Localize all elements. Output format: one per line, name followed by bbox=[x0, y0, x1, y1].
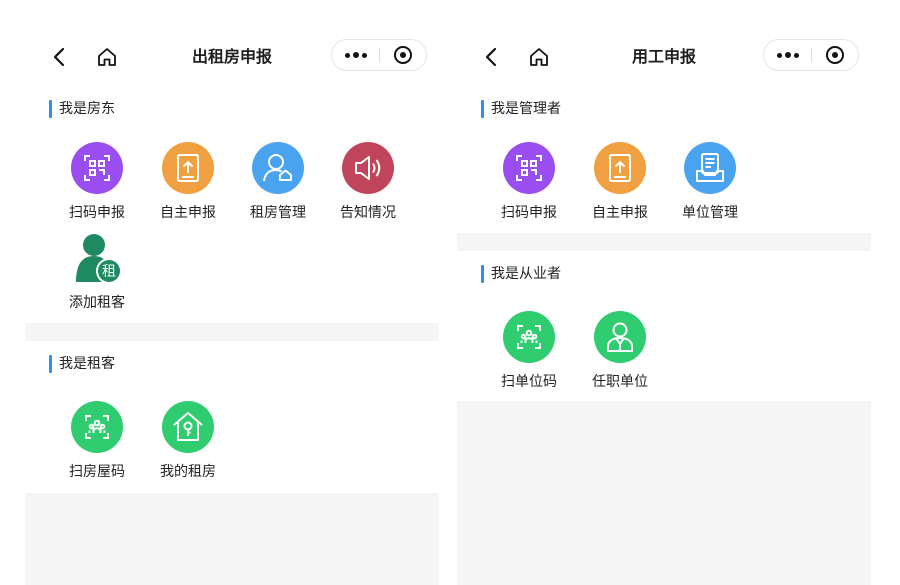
scan-people-icon bbox=[503, 311, 555, 363]
rental-management-button[interactable]: 租房管理 bbox=[233, 142, 323, 224]
item-label: 租房管理 bbox=[250, 205, 306, 221]
back-arrow-icon[interactable] bbox=[481, 46, 503, 68]
home-icon[interactable] bbox=[527, 45, 551, 69]
navigation-bar: 出租房申报 bbox=[25, 28, 439, 86]
speaker-icon bbox=[342, 142, 394, 194]
item-label: 扫房屋码 bbox=[69, 464, 125, 480]
add-tenant-icon: 租 bbox=[71, 232, 123, 284]
notification-button[interactable]: 告知情况 bbox=[323, 142, 413, 224]
document-tray-icon bbox=[684, 142, 736, 194]
manager-section: 我是管理者 扫码申报 自主申报 单位管理 bbox=[457, 86, 871, 233]
navigation-bar: 用工申报 bbox=[457, 28, 871, 86]
section-heading-tenant: 我是租客 bbox=[49, 341, 115, 387]
employee-icon bbox=[594, 311, 646, 363]
employment-declaration-screen: 用工申报 我是管理者 扫码申报 自主申报 单位管理 我是从业者 扫单位码 任职单… bbox=[457, 28, 871, 585]
miniprogram-capsule bbox=[331, 39, 427, 71]
scan-house-code-button[interactable]: 扫房屋码 bbox=[52, 401, 142, 483]
scan-declare-button[interactable]: 扫码申报 bbox=[484, 142, 574, 224]
item-label: 扫码申报 bbox=[69, 205, 125, 221]
employer-unit-button[interactable]: 任职单位 bbox=[575, 311, 665, 393]
house-key-icon bbox=[162, 401, 214, 453]
item-label: 任职单位 bbox=[592, 374, 648, 390]
back-arrow-icon[interactable] bbox=[49, 46, 71, 68]
add-tenant-button[interactable]: 租 添加租客 bbox=[52, 232, 142, 314]
item-label: 自主申报 bbox=[592, 205, 648, 221]
self-declare-button[interactable]: 自主申报 bbox=[575, 142, 665, 224]
item-label: 告知情况 bbox=[340, 205, 396, 221]
item-label: 添加租客 bbox=[69, 295, 125, 311]
item-label: 扫单位码 bbox=[501, 374, 557, 390]
self-declare-button[interactable]: 自主申报 bbox=[143, 142, 233, 224]
tenant-section: 我是租客 扫房屋码 我的租房 bbox=[25, 341, 439, 493]
qr-scan-icon bbox=[71, 142, 123, 194]
rental-declaration-screen: 出租房申报 我是房东 扫码申报 自主申报 租房管理 告知情况 租 添加租客 我是… bbox=[25, 28, 439, 585]
close-miniprogram-button[interactable] bbox=[812, 40, 859, 70]
scan-unit-code-button[interactable]: 扫单位码 bbox=[484, 311, 574, 393]
section-heading-worker: 我是从业者 bbox=[481, 251, 561, 297]
item-label: 自主申报 bbox=[160, 205, 216, 221]
more-options-button[interactable] bbox=[332, 40, 379, 70]
upload-document-icon bbox=[162, 142, 214, 194]
home-icon[interactable] bbox=[95, 45, 119, 69]
item-label: 我的租房 bbox=[160, 464, 216, 480]
item-label: 扫码申报 bbox=[501, 205, 557, 221]
scan-people-icon bbox=[71, 401, 123, 453]
landlord-section: 我是房东 扫码申报 自主申报 租房管理 告知情况 租 添加租客 bbox=[25, 86, 439, 323]
unit-management-button[interactable]: 单位管理 bbox=[665, 142, 755, 224]
person-house-icon bbox=[252, 142, 304, 194]
more-options-button[interactable] bbox=[764, 40, 811, 70]
qr-scan-icon bbox=[503, 142, 555, 194]
upload-document-icon bbox=[594, 142, 646, 194]
section-heading-manager: 我是管理者 bbox=[481, 86, 561, 132]
close-miniprogram-button[interactable] bbox=[380, 40, 427, 70]
worker-section: 我是从业者 扫单位码 任职单位 bbox=[457, 251, 871, 401]
scan-declare-button[interactable]: 扫码申报 bbox=[52, 142, 142, 224]
my-rental-button[interactable]: 我的租房 bbox=[143, 401, 233, 483]
section-heading-landlord: 我是房东 bbox=[49, 86, 115, 132]
tenant-badge-text: 租 bbox=[102, 264, 116, 280]
item-label: 单位管理 bbox=[682, 205, 738, 221]
miniprogram-capsule bbox=[763, 39, 859, 71]
